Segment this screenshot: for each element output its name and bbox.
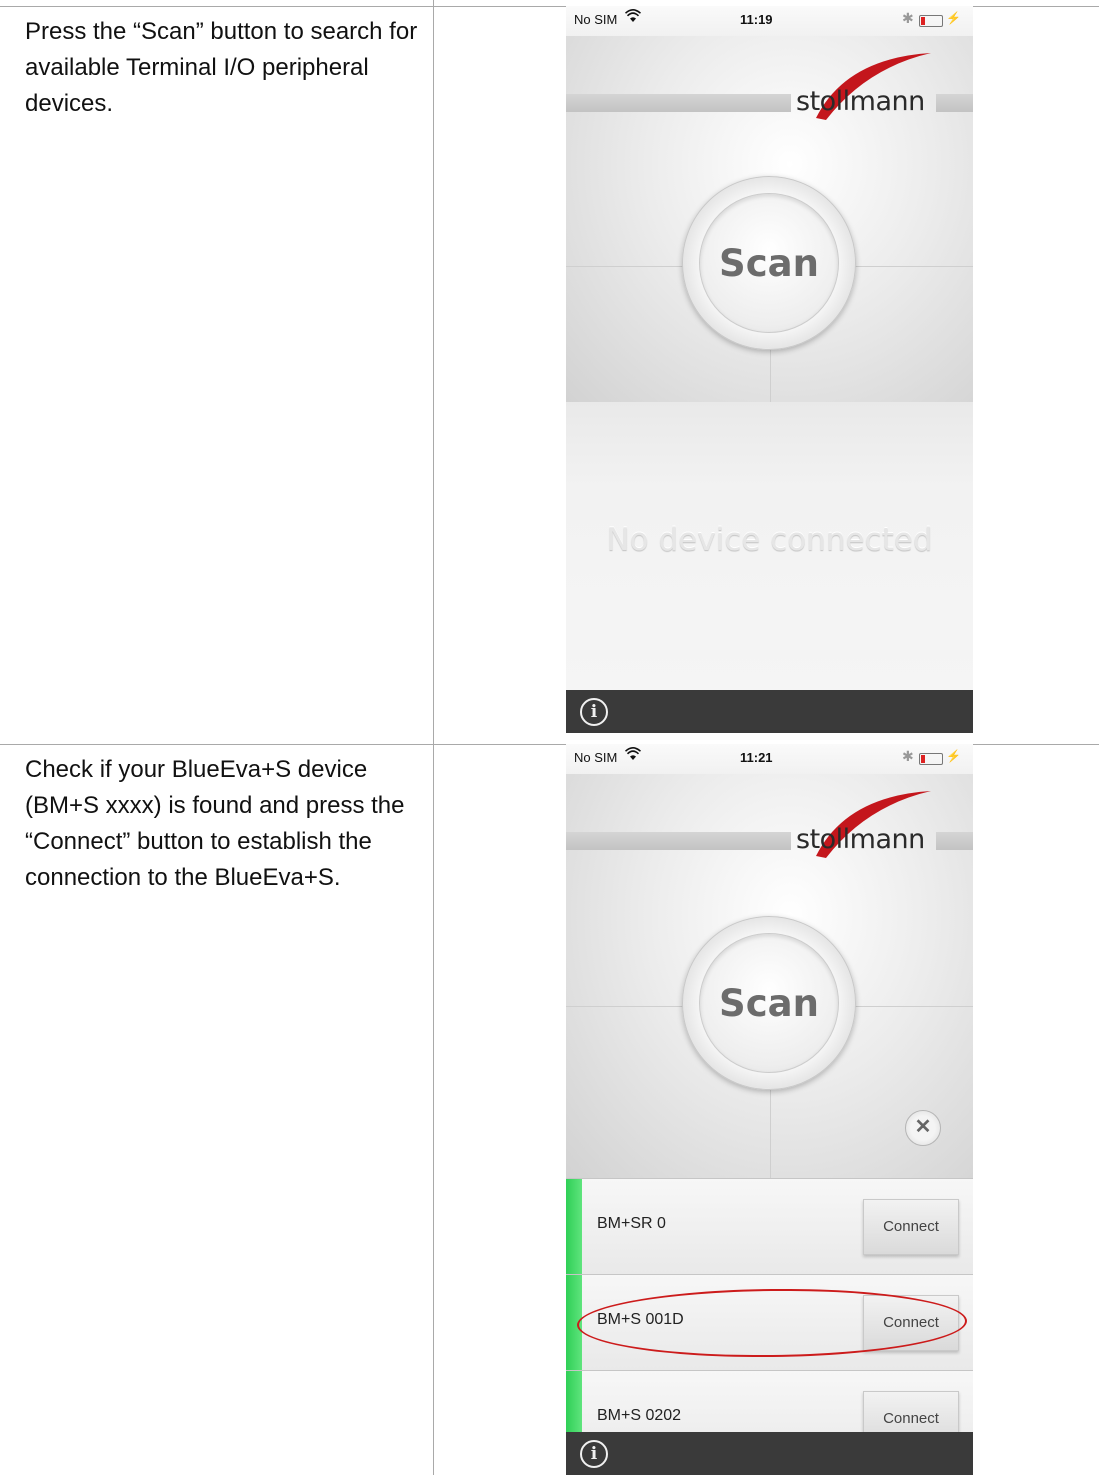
wifi-icon [624, 747, 642, 764]
stollmann-logo: stollmann [796, 86, 925, 117]
grid-line [770, 1090, 771, 1178]
device-panel: No device connected [566, 402, 973, 690]
scan-button[interactable]: Scan [682, 916, 856, 1090]
scan-area: stollmann Scan ✕ [566, 774, 973, 1178]
carrier-label: No SIM [574, 750, 618, 765]
no-device-message: No device connected [606, 522, 933, 558]
device-name: BM+SR 0 [597, 1215, 666, 1232]
wifi-icon [624, 9, 642, 26]
close-icon[interactable]: ✕ [905, 1110, 941, 1146]
scan-label: Scan [719, 242, 819, 285]
bluetooth-icon: ✱ [902, 748, 914, 764]
logo-band-left [566, 94, 791, 112]
clock-time: 11:21 [740, 750, 773, 765]
signal-strip [566, 1179, 582, 1274]
logo-band-right [936, 832, 973, 850]
grid-line [770, 346, 771, 402]
step-2-instruction: Check if your BlueEva+S device (BM+S xxx… [25, 756, 405, 891]
phone-screenshot-1: No SIM 11:19 ✱ ⚡ stollmann Scan No devic… [566, 6, 973, 733]
scan-label: Scan [719, 982, 819, 1025]
footer-bar: i [566, 1432, 973, 1475]
charging-icon: ⚡ [946, 749, 961, 763]
scan-area: stollmann Scan [566, 36, 973, 402]
clock-time: 11:19 [740, 12, 773, 27]
logo-band-left [566, 832, 791, 850]
logo-band-right [936, 94, 973, 112]
bluetooth-icon: ✱ [902, 10, 914, 26]
scan-button[interactable]: Scan [682, 176, 856, 350]
table-column-divider [433, 0, 434, 1475]
scan-button-face[interactable]: Scan [699, 193, 839, 333]
scan-button-face[interactable]: Scan [699, 933, 839, 1073]
step-1-instruction: Press the “Scan” button to search for av… [25, 18, 418, 117]
status-bar: No SIM 11:21 ✱ ⚡ [566, 744, 973, 774]
charging-icon: ⚡ [946, 11, 961, 25]
info-icon[interactable]: i [580, 698, 608, 726]
carrier-label: No SIM [574, 12, 618, 27]
footer-bar: i [566, 690, 973, 733]
info-icon[interactable]: i [580, 1440, 608, 1468]
phone-screenshot-2: No SIM 11:21 ✱ ⚡ stollmann Scan ✕ BM+SR … [566, 744, 973, 1475]
stollmann-logo: stollmann [796, 824, 925, 855]
status-bar: No SIM 11:19 ✱ ⚡ [566, 6, 973, 36]
battery-icon [919, 753, 943, 765]
device-row: BM+S 001D Connect [566, 1274, 973, 1370]
connect-button[interactable]: Connect [863, 1199, 959, 1255]
device-row: BM+SR 0 Connect [566, 1178, 973, 1274]
battery-icon [919, 15, 943, 27]
device-name: BM+S 0202 [597, 1407, 682, 1424]
